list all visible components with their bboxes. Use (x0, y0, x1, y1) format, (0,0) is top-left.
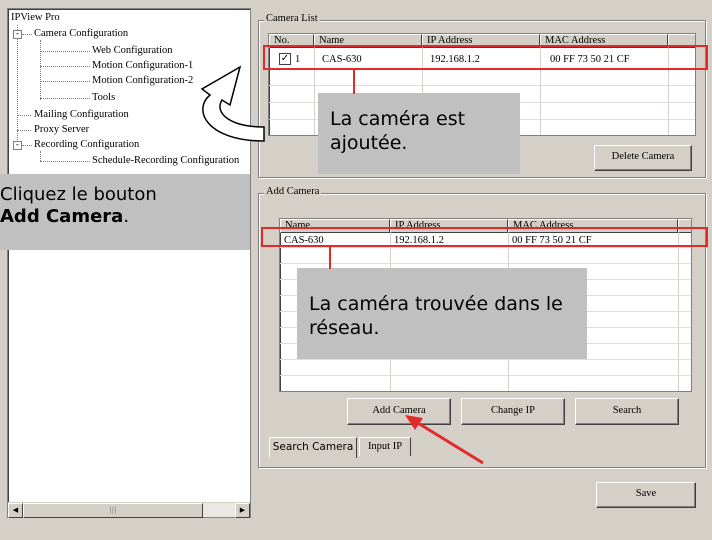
highlight-found-camera-row (261, 227, 708, 247)
grid-line (269, 85, 695, 86)
pointer-arrow-icon (405, 415, 484, 465)
tree-item-recording-configuration[interactable]: Recording Configuration (34, 139, 139, 151)
grid-line (280, 247, 691, 248)
tree-line (40, 151, 41, 161)
collapse-icon[interactable]: - (13, 30, 22, 39)
callout-connector-line (329, 247, 331, 269)
tree-line (17, 115, 31, 116)
callout-click-add-text: Cliquez le bouton (0, 184, 157, 205)
grid-line (280, 263, 691, 264)
tree-line (40, 161, 90, 162)
grid-line (280, 359, 691, 360)
callout-click-add: Cliquez le bouton Add Camera. (0, 174, 250, 250)
tree-item-motion-configuration-2[interactable]: Motion Configuration-2 (92, 75, 193, 87)
tree-line (40, 81, 90, 82)
tree-line (40, 40, 41, 100)
callout-click-add-period: . (123, 206, 130, 227)
add-camera-title: Add Camera (264, 186, 322, 197)
tree-line (40, 98, 90, 99)
callout-camera-found-text: La caméra trouvée dans le réseau. (309, 293, 563, 339)
callout-connector-line (353, 70, 355, 94)
scrollbar-thumb[interactable]: ||| (23, 503, 203, 518)
delete-camera-button[interactable]: Delete Camera (594, 145, 692, 171)
curved-arrow-icon (200, 65, 265, 142)
collapse-icon[interactable]: - (13, 141, 22, 150)
tree-horizontal-scrollbar[interactable]: ◀ ||| ▶ (8, 502, 250, 518)
callout-camera-found: La caméra trouvée dans le réseau. (297, 268, 587, 359)
callout-camera-added: La caméra est ajoutée. (318, 93, 520, 174)
highlight-camera-list-row (263, 45, 708, 70)
tree-line (40, 51, 90, 52)
tree-root[interactable]: IPView Pro (11, 12, 60, 24)
tree-line (17, 25, 18, 150)
tree-item-tools[interactable]: Tools (92, 92, 115, 104)
tree-item-web-configuration[interactable]: Web Configuration (92, 45, 173, 57)
grid-line (280, 375, 691, 376)
tree-line (22, 145, 32, 146)
tree-item-mailing-configuration[interactable]: Mailing Configuration (34, 109, 129, 121)
grid-line (678, 233, 679, 391)
tree-item-schedule-recording[interactable]: Schedule-Recording Configuration (92, 155, 248, 167)
callout-click-add-bold: Add Camera (0, 206, 124, 227)
tree-item-camera-configuration[interactable]: Camera Configuration (34, 28, 128, 40)
tree-line (40, 66, 90, 67)
scroll-left-icon[interactable]: ◀ (8, 503, 23, 518)
callout-camera-added-text: La caméra est ajoutée. (330, 108, 466, 154)
tree-line (22, 34, 32, 35)
tree-line (17, 130, 31, 131)
tab-search-camera[interactable]: Search Camera (269, 437, 357, 458)
search-button[interactable]: Search (575, 398, 679, 425)
tree-item-proxy-server[interactable]: Proxy Server (34, 124, 89, 136)
scroll-right-icon[interactable]: ▶ (235, 503, 250, 518)
camera-list-title: Camera List (264, 13, 320, 24)
save-button[interactable]: Save (596, 482, 696, 508)
tree-item-motion-configuration-1[interactable]: Motion Configuration-1 (92, 60, 193, 72)
